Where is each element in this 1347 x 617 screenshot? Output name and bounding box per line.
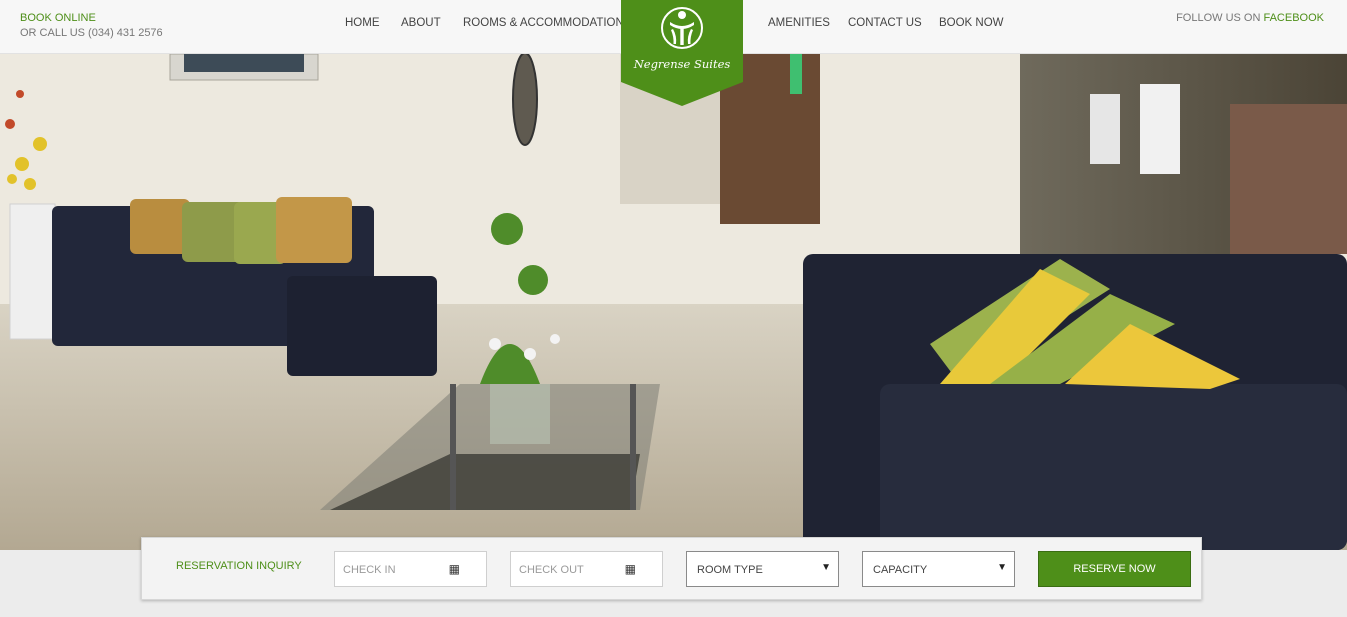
logo-badge-shape [621, 0, 743, 106]
call-us-text: OR CALL US (034) 431 2576 [20, 27, 163, 39]
follow-us: FOLLOW US ON FACEBOOK [1176, 12, 1324, 24]
book-online-link[interactable]: BOOK ONLINE [20, 12, 96, 24]
capacity-value: CAPACITY [873, 564, 928, 576]
nav-contact-us[interactable]: CONTACT US [848, 17, 922, 29]
check-in-field[interactable]: CHECK IN ▦ [334, 551, 487, 587]
follow-us-label: FOLLOW US ON [1176, 12, 1261, 24]
check-out-field[interactable]: CHECK OUT ▦ [510, 551, 663, 587]
chevron-down-icon: ▼ [821, 562, 831, 573]
check-out-placeholder: CHECK OUT [519, 564, 584, 576]
room-type-value: ROOM TYPE [697, 564, 763, 576]
calendar-icon[interactable]: ▦ [625, 562, 636, 576]
facebook-link[interactable]: FACEBOOK [1263, 12, 1324, 24]
nav-home[interactable]: HOME [345, 17, 380, 29]
room-type-select[interactable]: ROOM TYPE ▼ [686, 551, 839, 587]
logo-text: Negrense Suites [633, 57, 731, 71]
check-in-placeholder: CHECK IN [343, 564, 396, 576]
nav-book-now[interactable]: BOOK NOW [939, 17, 1004, 29]
nav-amenities[interactable]: AMENITIES [768, 17, 830, 29]
site-logo[interactable]: Negrense Suites [621, 0, 743, 106]
capacity-select[interactable]: CAPACITY ▼ [862, 551, 1015, 587]
calendar-icon[interactable]: ▦ [449, 562, 460, 576]
reservation-bar: RESERVATION INQUIRY CHECK IN ▦ CHECK OUT… [141, 537, 1202, 600]
hero-image [0, 54, 1347, 550]
nav-rooms-accommodation[interactable]: ROOMS & ACCOMMODATION [463, 17, 624, 29]
nav-about[interactable]: ABOUT [401, 17, 441, 29]
lobby-photo [0, 54, 1347, 550]
reservation-title: RESERVATION INQUIRY [176, 560, 302, 572]
chevron-down-icon: ▼ [997, 562, 1007, 573]
reserve-now-button[interactable]: RESERVE NOW [1038, 551, 1191, 587]
